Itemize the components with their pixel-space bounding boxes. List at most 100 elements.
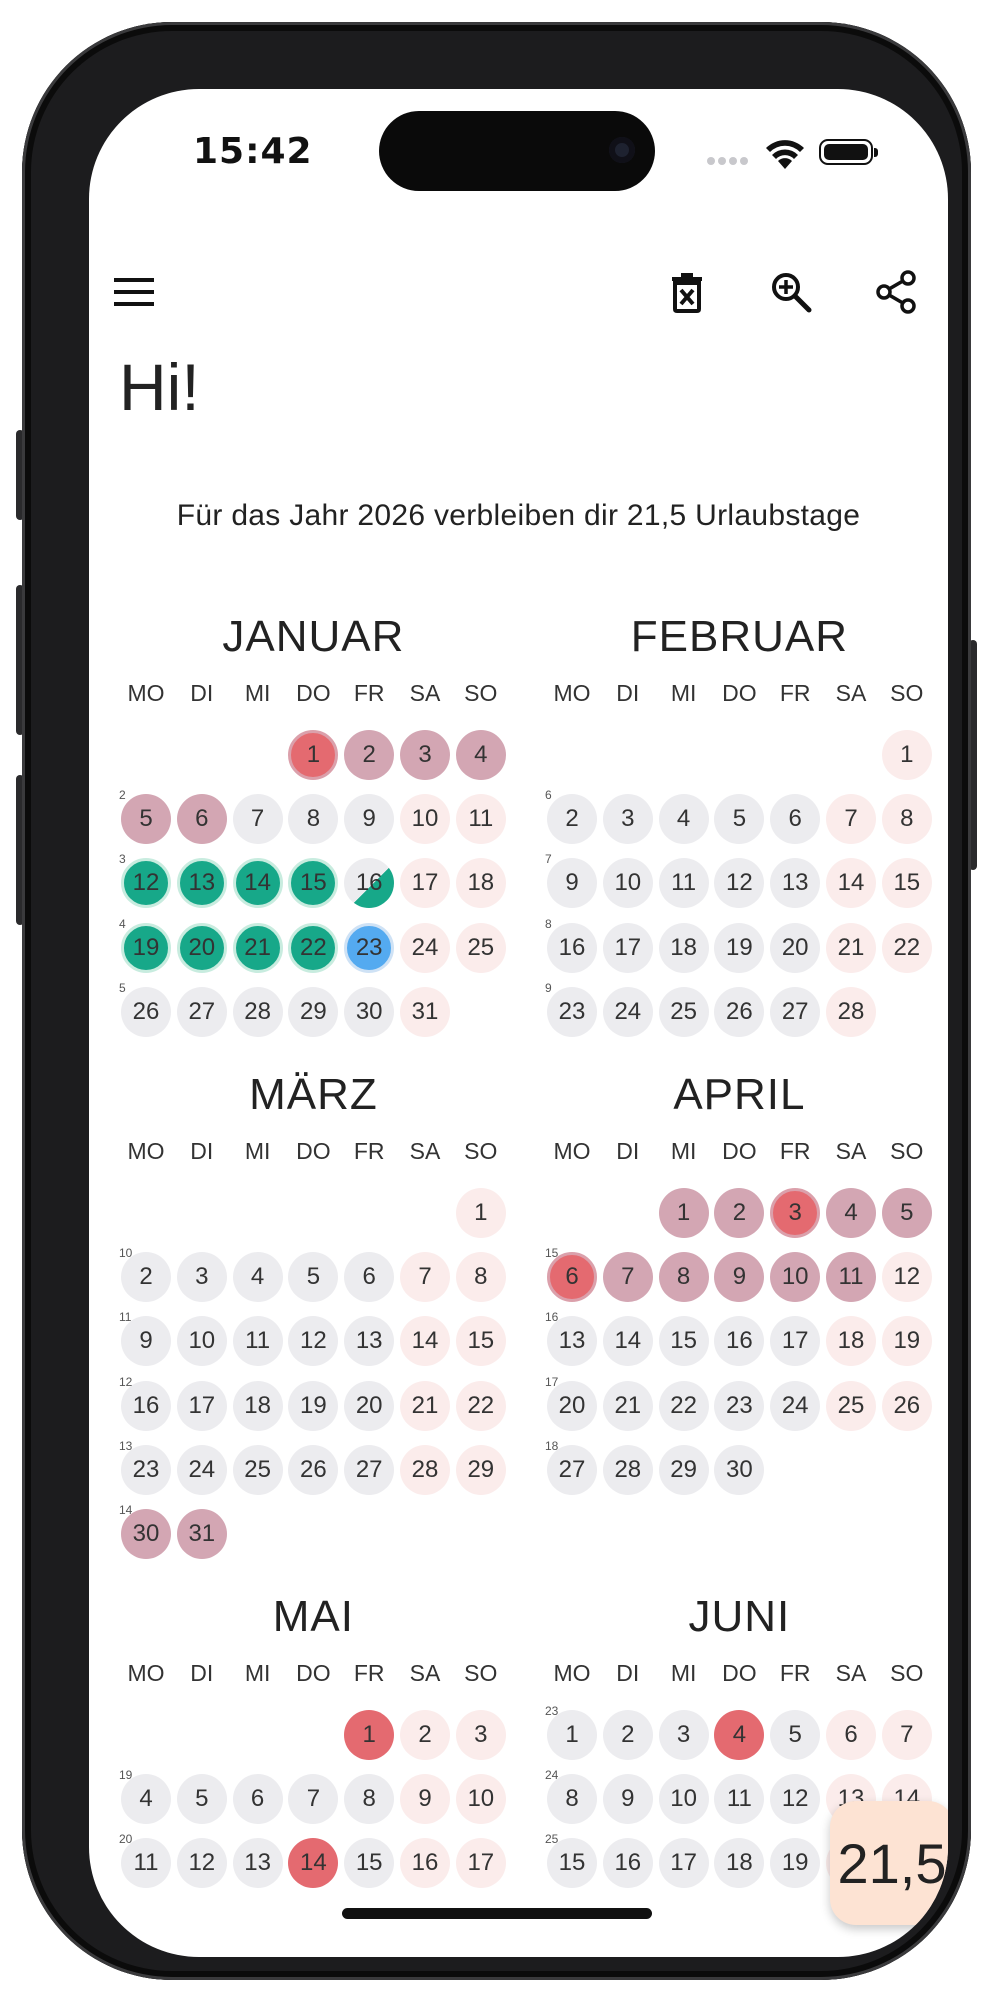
calendar-day[interactable]: 6 xyxy=(770,794,821,845)
calendar-day[interactable]: 3 xyxy=(658,1710,709,1760)
calendar-day[interactable]: 2 xyxy=(714,1188,765,1238)
calendar-day[interactable]: 15 xyxy=(288,858,339,909)
calendar-day[interactable]: 10 xyxy=(176,1316,227,1367)
calendar-day[interactable]: 7 xyxy=(400,1252,450,1303)
calendar-day[interactable]: 12 xyxy=(881,1252,932,1303)
remaining-days-fab[interactable]: 21,5 xyxy=(830,1801,948,1925)
calendar-day[interactable]: 22 xyxy=(881,922,932,973)
calendar-day[interactable]: 21 xyxy=(602,1380,653,1431)
calendar-day[interactable]: 3 xyxy=(455,1710,506,1760)
calendar-day[interactable]: 15 xyxy=(455,1316,506,1367)
calendar-day[interactable]: 10 xyxy=(602,858,653,909)
calendar-day[interactable]: 14 xyxy=(400,1316,450,1367)
calendar-day[interactable]: 24 xyxy=(602,986,653,1037)
calendar-day[interactable]: 10 xyxy=(400,794,450,845)
calendar-day[interactable]: 11 xyxy=(826,1252,876,1303)
calendar-day[interactable]: 22 xyxy=(658,1380,709,1431)
calendar-day[interactable]: 4 xyxy=(455,730,506,780)
calendar-day[interactable]: 2 xyxy=(602,1710,653,1760)
calendar-day[interactable]: 18 xyxy=(714,1838,765,1889)
calendar-day[interactable]: 29 xyxy=(455,1444,506,1495)
calendar-day[interactable]: 14 xyxy=(232,858,283,909)
calendar-day[interactable]: 28 xyxy=(602,1444,653,1495)
calendar-day[interactable]: 5 xyxy=(288,1252,339,1303)
calendar-day[interactable]: 20 xyxy=(344,1380,395,1431)
calendar-day[interactable]: 12 xyxy=(121,858,171,909)
calendar-day[interactable]: 16 xyxy=(400,1838,450,1889)
calendar-day[interactable]: 31 xyxy=(400,986,450,1037)
calendar-day[interactable]: 21 xyxy=(826,922,876,973)
share-button[interactable] xyxy=(861,259,931,329)
calendar-day[interactable]: 8 xyxy=(344,1774,395,1825)
calendar-day[interactable]: 15 xyxy=(881,858,932,909)
calendar-day[interactable]: 4 xyxy=(714,1710,765,1760)
calendar-day[interactable]: 13 xyxy=(770,858,821,909)
calendar-day[interactable]: 9 xyxy=(400,1774,450,1825)
calendar-day[interactable]: 18 xyxy=(455,858,506,909)
zoom-in-button[interactable] xyxy=(756,259,826,329)
calendar-day[interactable]: 8 xyxy=(658,1252,709,1303)
menu-button[interactable] xyxy=(99,259,169,329)
calendar-day[interactable]: 30 xyxy=(714,1444,765,1495)
calendar-day[interactable]: 4 xyxy=(232,1252,283,1303)
calendar-day[interactable]: 21 xyxy=(400,1380,450,1431)
calendar-day[interactable]: 29 xyxy=(658,1444,709,1495)
calendar-day[interactable]: 7 xyxy=(826,794,876,845)
calendar-day[interactable]: 24 xyxy=(770,1380,821,1431)
calendar-day[interactable]: 9 xyxy=(344,794,395,845)
calendar-day[interactable]: 2 xyxy=(344,730,395,780)
calendar-day[interactable]: 23 xyxy=(547,986,597,1037)
calendar-day[interactable]: 9 xyxy=(602,1774,653,1825)
calendar-day[interactable]: 19 xyxy=(770,1838,821,1889)
calendar-day[interactable]: 8 xyxy=(288,794,339,845)
calendar-day[interactable]: 4 xyxy=(658,794,709,845)
calendar-day[interactable]: 16 xyxy=(602,1838,653,1889)
calendar-day[interactable]: 27 xyxy=(344,1444,395,1495)
calendar-day[interactable]: 11 xyxy=(714,1774,765,1825)
calendar-day[interactable]: 21 xyxy=(232,922,283,973)
calendar-day[interactable]: 20 xyxy=(770,922,821,973)
calendar-day[interactable]: 18 xyxy=(826,1316,876,1367)
calendar-day[interactable]: 14 xyxy=(826,858,876,909)
calendar-day[interactable]: 24 xyxy=(176,1444,227,1495)
calendar-day[interactable]: 6 xyxy=(232,1774,283,1825)
calendar-day[interactable]: 4 xyxy=(826,1188,876,1238)
calendar-day[interactable]: 5 xyxy=(714,794,765,845)
calendar-day[interactable]: 26 xyxy=(714,986,765,1037)
calendar-day[interactable]: 22 xyxy=(288,922,339,973)
calendar-day[interactable]: 3 xyxy=(602,794,653,845)
calendar-day[interactable]: 28 xyxy=(826,986,876,1037)
calendar-day[interactable]: 17 xyxy=(455,1838,506,1889)
calendar-day[interactable]: 6 xyxy=(344,1252,395,1303)
calendar-day[interactable]: 26 xyxy=(881,1380,932,1431)
calendar-day[interactable]: 22 xyxy=(455,1380,506,1431)
calendar-day[interactable]: 2 xyxy=(400,1710,450,1760)
calendar-day[interactable]: 20 xyxy=(176,922,227,973)
delete-calendar-button[interactable] xyxy=(652,259,722,329)
calendar-day[interactable]: 19 xyxy=(121,922,171,973)
calendar-day[interactable]: 16 xyxy=(714,1316,765,1367)
calendar-day[interactable]: 1 xyxy=(881,730,932,780)
calendar-day[interactable]: 7 xyxy=(288,1774,339,1825)
calendar-day[interactable]: 26 xyxy=(121,986,171,1037)
calendar-day[interactable]: 17 xyxy=(602,922,653,973)
calendar-day[interactable]: 12 xyxy=(288,1316,339,1367)
calendar-day[interactable]: 3 xyxy=(770,1188,821,1238)
calendar-day[interactable]: 12 xyxy=(714,858,765,909)
calendar-day[interactable]: 1 xyxy=(455,1188,506,1238)
calendar-day[interactable]: 6 xyxy=(826,1710,876,1760)
calendar-day[interactable]: 17 xyxy=(176,1380,227,1431)
calendar-day[interactable]: 16 xyxy=(344,858,395,909)
calendar-day[interactable]: 27 xyxy=(176,986,227,1037)
calendar-day[interactable]: 5 xyxy=(770,1710,821,1760)
calendar-day[interactable]: 25 xyxy=(455,922,506,973)
calendar-day[interactable]: 25 xyxy=(826,1380,876,1431)
calendar-day[interactable]: 13 xyxy=(232,1838,283,1889)
calendar-day[interactable]: 10 xyxy=(770,1252,821,1303)
calendar-day[interactable]: 13 xyxy=(344,1316,395,1367)
calendar-day[interactable]: 16 xyxy=(547,922,597,973)
calendar-day[interactable]: 19 xyxy=(881,1316,932,1367)
calendar-day[interactable]: 3 xyxy=(400,730,450,780)
calendar-day[interactable]: 19 xyxy=(288,1380,339,1431)
calendar-day[interactable]: 11 xyxy=(658,858,709,909)
